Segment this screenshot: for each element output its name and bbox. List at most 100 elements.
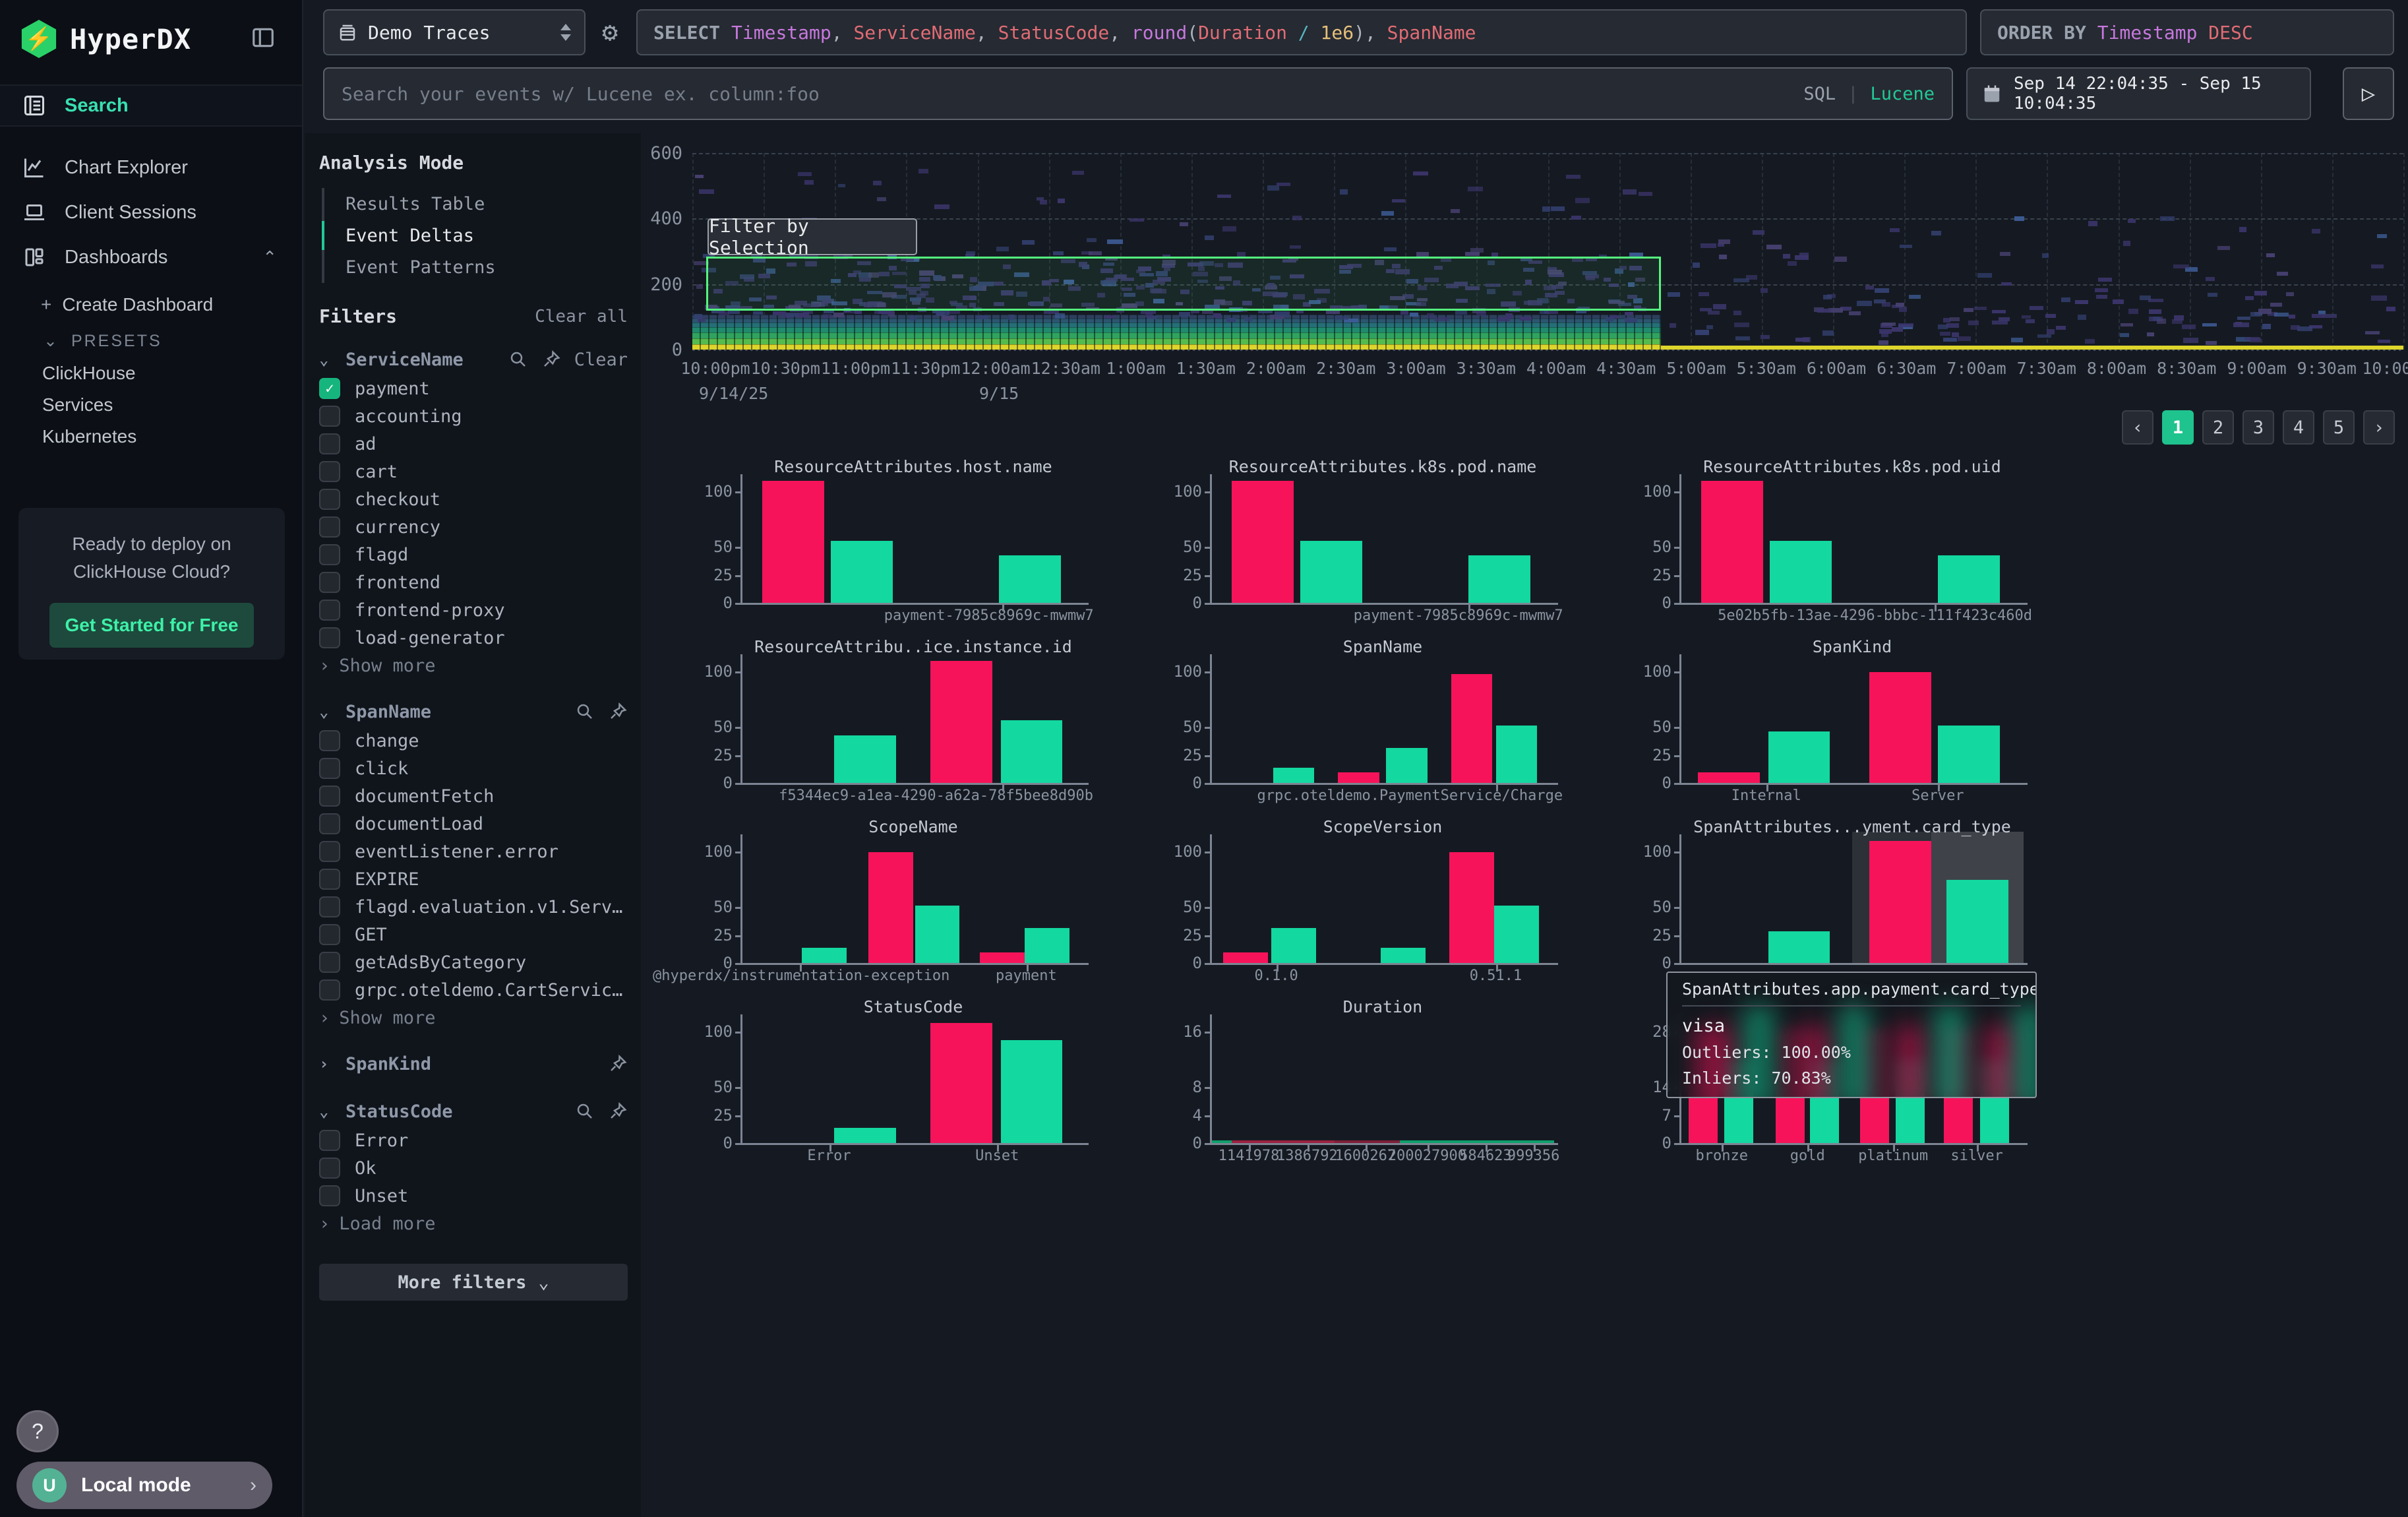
bar[interactable]	[999, 555, 1061, 604]
bar[interactable]	[930, 661, 992, 784]
mode-sql-toggle[interactable]: SQL	[1803, 84, 1836, 104]
bar[interactable]	[1768, 731, 1830, 784]
checkbox[interactable]	[319, 1185, 340, 1206]
filter-item[interactable]: flagd.evaluation.v1.Serv…	[319, 893, 628, 921]
filter-item[interactable]: Unset	[319, 1182, 628, 1210]
search-icon[interactable]	[575, 1101, 595, 1121]
checkbox[interactable]	[319, 896, 340, 917]
filter-item-label[interactable]: frontend-proxy	[355, 600, 505, 621]
bar[interactable]	[930, 1023, 992, 1144]
filter-item[interactable]: EXPIRE	[319, 865, 628, 893]
pagination-page[interactable]: 5	[2323, 410, 2355, 445]
pagination-next[interactable]: ›	[2363, 410, 2395, 445]
checkbox[interactable]	[319, 516, 340, 538]
bar[interactable]	[915, 906, 960, 964]
heatmap-chart[interactable]	[692, 153, 2403, 350]
bar[interactable]	[1938, 726, 2000, 784]
filter-item[interactable]: click	[319, 755, 628, 782]
bar[interactable]	[762, 481, 824, 604]
filter-item[interactable]: currency	[319, 513, 628, 541]
bar[interactable]	[1698, 772, 1760, 784]
filter-item[interactable]: load-generator	[319, 624, 628, 652]
filter-item-label[interactable]: Error	[355, 1130, 408, 1151]
checkbox[interactable]	[319, 461, 340, 482]
bar[interactable]	[1496, 726, 1537, 784]
checkbox[interactable]	[319, 869, 340, 890]
bar[interactable]	[1338, 772, 1379, 784]
filter-item-label[interactable]: grpc.oteldemo.CartServic…	[355, 980, 622, 1001]
bar[interactable]	[1025, 928, 1069, 964]
bar[interactable]	[802, 948, 847, 964]
checkbox[interactable]	[319, 572, 340, 593]
source-select[interactable]: Demo Traces	[323, 9, 586, 55]
order-by-editor[interactable]: ORDER BY Timestamp DESC	[1980, 9, 2394, 55]
create-dashboard-button[interactable]: + Create Dashboard	[41, 294, 343, 315]
checkbox[interactable]	[319, 786, 340, 807]
checkbox[interactable]	[319, 841, 340, 862]
analysis-mode-item[interactable]: Results Table	[324, 188, 628, 220]
filter-item-label[interactable]: flagd	[355, 545, 408, 565]
clear-all-button[interactable]: Clear all	[535, 307, 628, 326]
filter-item[interactable]: grpc.oteldemo.CartServic…	[319, 976, 628, 1004]
search-icon[interactable]	[508, 350, 528, 369]
bar[interactable]	[980, 952, 1025, 964]
sidebar-item-dashboards[interactable]: Dashboards ⌃	[0, 236, 302, 278]
bar[interactable]	[1386, 748, 1427, 784]
filter-item-label[interactable]: flagd.evaluation.v1.Serv…	[355, 897, 622, 917]
filter-item[interactable]: frontend	[319, 569, 628, 596]
filter-item[interactable]: frontend-proxy	[319, 596, 628, 624]
filter-item-label[interactable]: eventListener.error	[355, 842, 558, 862]
date-range-picker[interactable]: Sep 14 22:04:35 - Sep 15 10:04:35	[1966, 67, 2311, 120]
bar[interactable]	[834, 735, 896, 784]
checkbox[interactable]	[319, 979, 340, 1001]
bar[interactable]	[1271, 928, 1316, 964]
show-more-link[interactable]: ›Load more	[319, 1210, 628, 1237]
bar[interactable]	[1946, 880, 2008, 964]
filter-item-label[interactable]: GET	[355, 925, 387, 945]
filter-item[interactable]: GET	[319, 921, 628, 948]
checkbox[interactable]	[319, 1158, 340, 1179]
sidebar-item-kubernetes[interactable]: Kubernetes	[42, 426, 344, 447]
pagination-page[interactable]: 3	[2242, 410, 2274, 445]
pagination-page[interactable]: 4	[2283, 410, 2314, 445]
filter-item-label[interactable]: load-generator	[355, 628, 505, 648]
checkbox[interactable]	[319, 600, 340, 621]
chevron-up-icon[interactable]: ⌃	[262, 247, 277, 268]
checkbox[interactable]	[319, 813, 340, 834]
bar[interactable]	[834, 1128, 896, 1144]
checkbox[interactable]	[319, 952, 340, 973]
bar[interactable]	[1938, 555, 2000, 604]
sidebar-item-chart-explorer[interactable]: Chart Explorer	[0, 146, 302, 189]
filter-item-label[interactable]: getAdsByCategory	[355, 952, 526, 973]
checkbox[interactable]	[319, 489, 340, 510]
bar[interactable]	[1451, 674, 1492, 784]
filter-item-label[interactable]: accounting	[355, 406, 462, 427]
checkbox[interactable]	[319, 544, 340, 565]
filter-item-label[interactable]: cart	[355, 462, 398, 482]
bar[interactable]	[1701, 481, 1763, 604]
get-started-button[interactable]: Get Started for Free	[49, 603, 254, 648]
filter-item[interactable]: cart	[319, 458, 628, 485]
bar[interactable]	[1001, 1040, 1063, 1144]
filter-item-label[interactable]: currency	[355, 517, 440, 538]
more-filters-button[interactable]: More filters ⌄	[319, 1264, 628, 1301]
filter-item-label[interactable]: documentLoad	[355, 814, 483, 834]
filter-item[interactable]: change	[319, 727, 628, 755]
filter-group-header[interactable]: ⌄StatusCode	[319, 1096, 628, 1127]
bar[interactable]	[1494, 906, 1539, 964]
sidebar-item-clickhouse[interactable]: ClickHouse	[42, 363, 344, 384]
sidebar-item-search[interactable]: Search	[0, 84, 302, 127]
sidebar-item-client-sessions[interactable]: Client Sessions	[0, 191, 302, 233]
filter-group-header[interactable]: ›SpanKind	[319, 1049, 628, 1079]
filter-item[interactable]: documentLoad	[319, 810, 628, 838]
filter-item[interactable]: ✓payment	[319, 375, 628, 402]
filter-item-label[interactable]: frontend	[355, 573, 440, 593]
pagination-prev[interactable]: ‹	[2122, 410, 2153, 445]
bar[interactable]	[1232, 481, 1294, 604]
filter-item-label[interactable]: Unset	[355, 1186, 408, 1206]
pin-icon[interactable]	[541, 350, 561, 369]
filter-item-label[interactable]: documentFetch	[355, 786, 494, 807]
checkbox[interactable]	[319, 406, 340, 427]
filter-item[interactable]: ad	[319, 430, 628, 458]
filter-item-label[interactable]: ad	[355, 434, 376, 454]
